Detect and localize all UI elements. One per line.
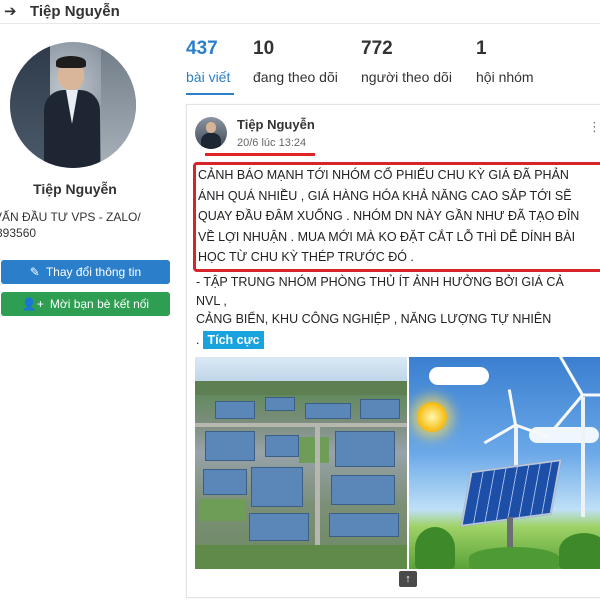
profile-name: Tiệp Nguyễn <box>33 181 117 197</box>
profile-bio: VẤN ĐẦU TƯ VPS - ZALO/ 393560 <box>0 209 180 241</box>
stat-groups[interactable]: 1 hội nhóm <box>476 38 534 85</box>
tag-prefix: . <box>196 333 200 347</box>
stat-label: người theo dõi <box>361 69 452 85</box>
sentiment-tag[interactable]: Tích cực <box>203 331 264 349</box>
post-text-line: NVL , <box>196 293 227 308</box>
stat-label: đang theo dõi <box>253 69 338 85</box>
post-image-renewable-energy[interactable] <box>409 357 600 569</box>
active-tab-indicator <box>186 93 234 95</box>
post-highlighted-text: CẢNH BÁO MẠNH TỚI NHÓM CỔ PHIẾU CHU KỲ G… <box>198 165 600 268</box>
more-options-icon[interactable]: ⋮ <box>588 119 600 135</box>
stat-posts[interactable]: 437 bài viết <box>186 38 234 95</box>
post-body-text: - TẬP TRUNG NHÓM PHÒNG THỦ ÍT ẢNH HƯỞNG … <box>196 273 600 329</box>
tag-row: . Tích cực <box>196 331 264 349</box>
stat-following[interactable]: 10 đang theo dõi <box>253 38 338 85</box>
stat-value: 10 <box>253 38 275 59</box>
pencil-icon: ✎ <box>29 265 40 279</box>
scroll-to-top-button[interactable]: ↑ <box>399 571 417 587</box>
arrow-right-icon[interactable]: ➔ <box>4 2 17 20</box>
post-text-line: HỌC TỪ CHU KỲ THÉP TRƯỚC ĐÓ . <box>198 250 414 264</box>
stat-value: 772 <box>361 38 393 59</box>
post-timestamp[interactable]: 20/6 lúc 13:24 <box>237 137 306 149</box>
post-author-name[interactable]: Tiệp Nguyễn <box>237 117 315 132</box>
red-underline-annotation <box>205 153 315 156</box>
post-card: Tiệp Nguyễn 20/6 lúc 13:24 ⋮ CẢNH BÁO MẠ… <box>186 104 600 598</box>
post-image-industrial-park[interactable] <box>195 357 407 569</box>
stat-label: hội nhóm <box>476 69 534 85</box>
edit-profile-button[interactable]: ✎ Thay đổi thông tin <box>1 260 170 284</box>
invite-friends-label: Mời bạn bè kết nối <box>49 297 150 311</box>
post-text-line: ÁNH QUÁ NHIỀU , GIÁ HÀNG HÓA KHẢ NĂNG CA… <box>198 188 572 203</box>
add-user-icon: 👤+ <box>21 297 44 311</box>
post-text-line: CẢNH BÁO MẠNH TỚI NHÓM CỔ PHIẾU CHU KỲ G… <box>198 168 569 182</box>
post-text-line: - TẬP TRUNG NHÓM PHÒNG THỦ ÍT ẢNH HƯỞNG … <box>196 275 564 289</box>
profile-sidebar: Tiệp Nguyễn VẤN ĐẦU TƯ VPS - ZALO/ 39356… <box>0 25 180 600</box>
stat-value: 1 <box>476 38 487 59</box>
invite-friends-button[interactable]: 👤+ Mời bạn bè kết nối <box>1 292 170 316</box>
stat-label: bài viết <box>186 69 231 85</box>
page-title: Tiệp Nguyễn <box>30 3 120 20</box>
top-bar: ➔ Tiệp Nguyễn <box>0 0 600 24</box>
bio-line: VẤN ĐẦU TƯ VPS - ZALO/ <box>0 210 141 224</box>
post-text-line: QUAY ĐẦU ĐÂM XUỐNG . NHÓM DN NÀY GẦN NHƯ… <box>198 209 580 223</box>
stat-followers[interactable]: 772 người theo dõi <box>361 38 452 85</box>
post-author-avatar[interactable] <box>195 117 227 149</box>
post-text-line: CẢNG BIỂN, KHU CÔNG NGHIỆP , NĂNG LƯỢNG … <box>196 312 552 326</box>
bio-line: 393560 <box>0 226 37 240</box>
avatar[interactable] <box>10 42 136 168</box>
stat-value: 437 <box>186 38 218 59</box>
edit-profile-label: Thay đổi thông tin <box>45 265 142 279</box>
post-text-line: VỀ LỢI NHUẬN . MUA MỚI MÀ KO ĐẶT CẮT LỖ … <box>198 229 576 244</box>
